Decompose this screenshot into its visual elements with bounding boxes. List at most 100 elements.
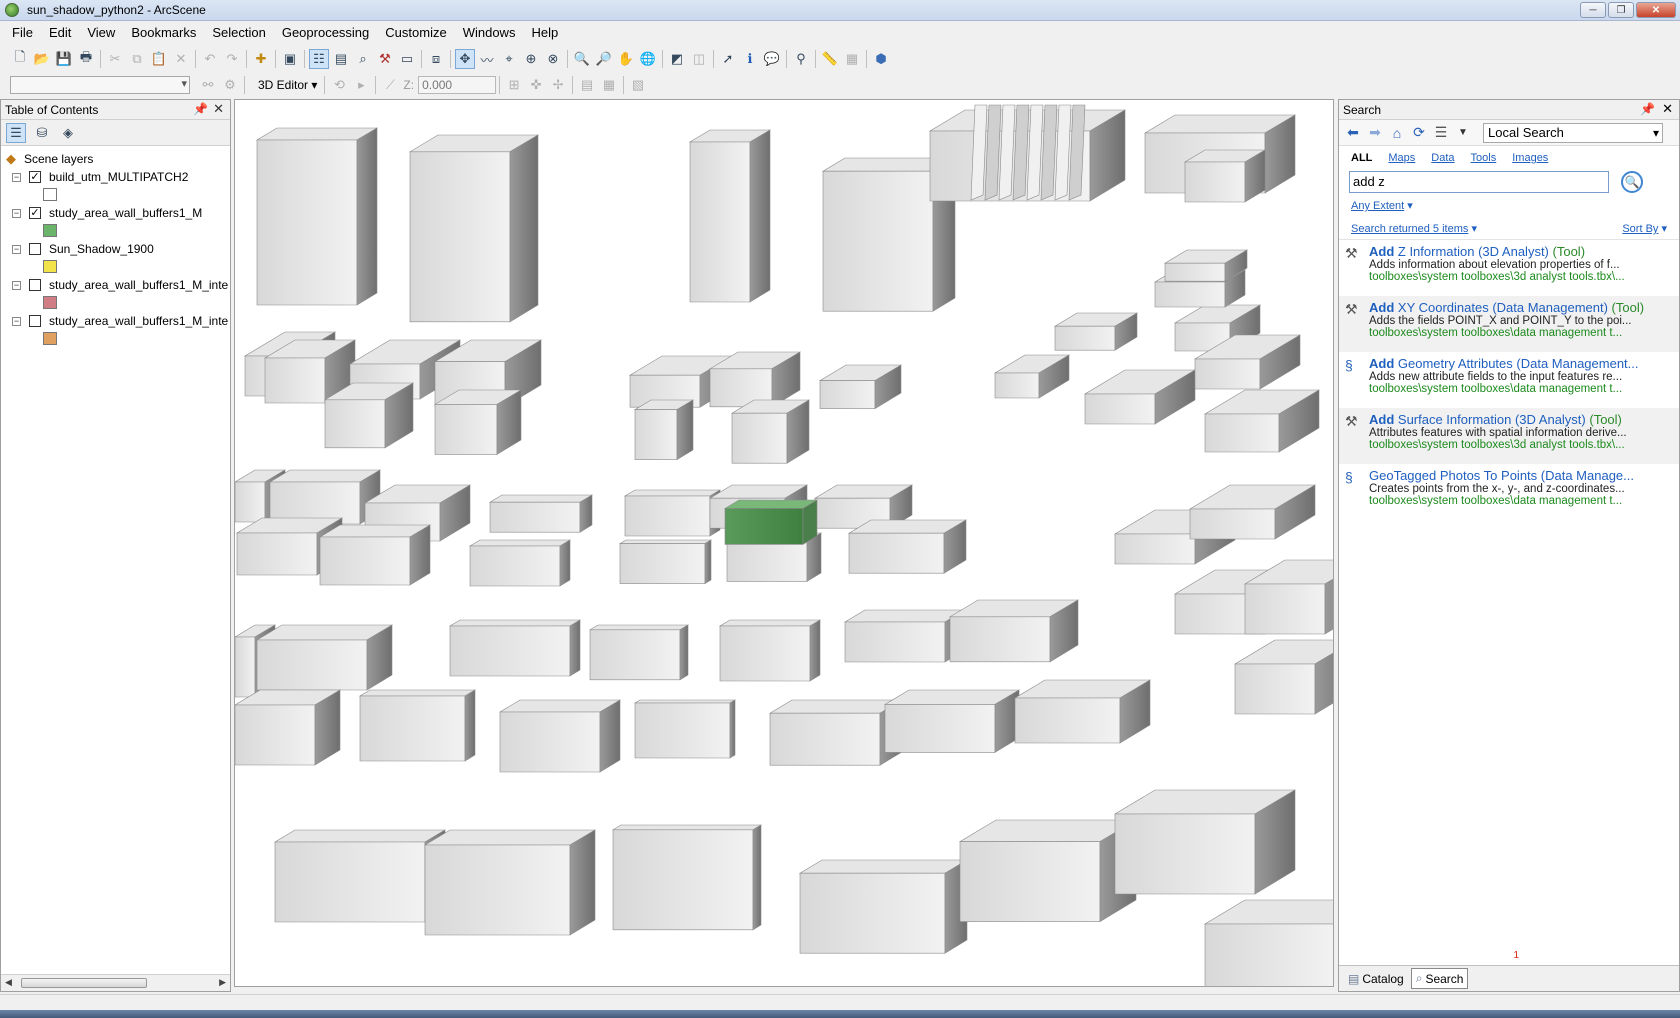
layer-name[interactable]: study_area_wall_buffers1_M_inters xyxy=(49,314,229,328)
extent-label[interactable]: Any Extent xyxy=(1351,200,1404,212)
3d-scene-view[interactable] xyxy=(234,99,1334,987)
building[interactable] xyxy=(1203,389,1321,453)
close-icon[interactable]: ✕ xyxy=(1662,101,1673,117)
building[interactable] xyxy=(688,129,772,303)
animation-icon[interactable]: ▦ xyxy=(842,49,862,69)
tab-all[interactable]: ALL xyxy=(1351,152,1372,168)
building[interactable] xyxy=(818,364,903,410)
options-icon[interactable]: ☰ xyxy=(1431,123,1451,143)
building[interactable] xyxy=(358,689,477,762)
building[interactable] xyxy=(448,619,582,677)
layer-visibility-checkbox[interactable] xyxy=(29,279,41,291)
chevron-down-icon[interactable]: ▾ xyxy=(1407,200,1413,212)
building[interactable] xyxy=(1013,679,1152,744)
building[interactable] xyxy=(847,519,968,574)
sketch-icon[interactable]: ⟋ xyxy=(380,75,400,95)
sort-by-button[interactable]: Sort By xyxy=(1622,223,1658,235)
python-window-icon[interactable]: ▭ xyxy=(397,49,417,69)
layer-visibility-checkbox[interactable] xyxy=(29,315,41,327)
building[interactable] xyxy=(1233,639,1334,715)
building[interactable] xyxy=(468,539,572,587)
close-icon[interactable]: ✕ xyxy=(213,101,224,117)
building[interactable] xyxy=(633,399,695,461)
layer-symbol-swatch[interactable] xyxy=(43,332,57,345)
menu-help[interactable]: Help xyxy=(523,22,566,44)
search-result-item[interactable]: ⚒ Add Surface Information (3D Analyst) (… xyxy=(1339,408,1679,464)
html-popup-icon[interactable]: 💬 xyxy=(762,49,782,69)
scene-layers-root[interactable]: ◆ Scene layers xyxy=(3,150,230,168)
list-by-visibility-icon[interactable]: ◈ xyxy=(58,123,78,143)
zoom-out-icon[interactable]: 🔎 xyxy=(594,49,614,69)
tab-maps[interactable]: Maps xyxy=(1388,152,1415,168)
menu-geoprocessing[interactable]: Geoprocessing xyxy=(274,22,377,44)
menu-bookmarks[interactable]: Bookmarks xyxy=(123,22,204,44)
navigate-icon[interactable]: ✥ xyxy=(455,49,475,69)
building[interactable] xyxy=(273,829,447,923)
list-by-source-icon[interactable]: ⛁ xyxy=(32,123,52,143)
add-data-icon[interactable]: ✚ xyxy=(251,49,271,69)
building[interactable] xyxy=(883,689,1021,753)
building[interactable] xyxy=(1203,899,1334,987)
fly-icon[interactable]: 〰 xyxy=(477,49,497,69)
search-result-item[interactable]: § GeoTagged Photos To Points (Data Manag… xyxy=(1339,464,1679,520)
layer-symbol-swatch[interactable] xyxy=(43,296,57,309)
building[interactable] xyxy=(633,699,737,759)
building[interactable] xyxy=(768,699,904,766)
narrow-fov-icon[interactable]: ◩ xyxy=(667,49,687,69)
result-title[interactable]: Surface Information (3D Analyst) xyxy=(1394,412,1586,427)
toc-horizontal-scrollbar[interactable]: ◀ ▶ xyxy=(1,974,230,991)
building[interactable] xyxy=(1113,789,1297,895)
building[interactable] xyxy=(611,824,763,931)
result-title[interactable]: XY Coordinates (Data Management) xyxy=(1394,300,1608,315)
identify-icon[interactable]: ℹ xyxy=(740,49,760,69)
snapping-icon[interactable]: ⚯ xyxy=(198,75,218,95)
menu-edit[interactable]: Edit xyxy=(41,22,79,44)
back-arrow-icon[interactable]: ⬅ xyxy=(1343,123,1363,143)
building[interactable] xyxy=(235,689,342,766)
result-title[interactable]: GeoTagged Photos To Points (Data Manage.… xyxy=(1369,468,1634,483)
search-scope-dropdown[interactable]: Local Search xyxy=(1483,122,1663,143)
modelbuilder-icon[interactable]: ⧈ xyxy=(426,49,446,69)
collapse-icon[interactable]: − xyxy=(12,316,21,326)
pin-icon[interactable]: 📌 xyxy=(193,102,208,116)
tab-data[interactable]: Data xyxy=(1431,152,1454,168)
building[interactable] xyxy=(718,619,822,682)
building[interactable] xyxy=(588,624,690,681)
minimize-button[interactable]: ─ xyxy=(1580,2,1606,18)
building[interactable] xyxy=(1188,484,1317,540)
building[interactable] xyxy=(408,134,540,323)
home-icon[interactable]: ⌂ xyxy=(1387,123,1407,143)
close-button[interactable]: ✕ xyxy=(1636,2,1676,18)
search-input[interactable]: add z xyxy=(1349,171,1609,193)
arctoolbox-icon[interactable]: ⚒ xyxy=(375,49,395,69)
layer-visibility-checkbox[interactable]: ✓ xyxy=(29,171,41,183)
expand-fov-icon[interactable]: ◫ xyxy=(689,49,709,69)
building[interactable] xyxy=(323,382,415,449)
building[interactable] xyxy=(488,494,594,533)
building[interactable] xyxy=(993,354,1071,399)
search-result-item[interactable]: § Add Geometry Attributes (Data Manageme… xyxy=(1339,352,1679,408)
layer-name[interactable]: study_area_wall_buffers1_M_inters xyxy=(49,278,229,292)
zoom-to-target-icon[interactable]: ⊕ xyxy=(521,49,541,69)
3d-view-icon[interactable]: ⬢ xyxy=(871,49,891,69)
chevron-down-icon[interactable]: ▼ xyxy=(1453,123,1473,143)
building[interactable] xyxy=(958,819,1138,923)
pin-icon[interactable]: 📌 xyxy=(1640,102,1655,116)
create-features-icon[interactable]: ▧ xyxy=(628,75,648,95)
menu-customize[interactable]: Customize xyxy=(377,22,454,44)
building[interactable] xyxy=(843,609,967,663)
building[interactable] xyxy=(948,599,1080,663)
pan-icon[interactable]: ✋ xyxy=(616,49,636,69)
building[interactable] xyxy=(433,389,523,455)
set-observer-icon[interactable]: ⊗ xyxy=(543,49,563,69)
tab-catalog[interactable]: ▤ Catalog xyxy=(1343,969,1409,989)
tab-tools[interactable]: Tools xyxy=(1471,152,1497,168)
split-icon[interactable]: ⊞ xyxy=(504,75,524,95)
building[interactable] xyxy=(498,699,622,773)
collapse-icon[interactable]: − xyxy=(12,208,21,218)
selected-building[interactable] xyxy=(723,499,819,545)
find-binoculars-icon[interactable]: ⚲ xyxy=(791,49,811,69)
layer-name[interactable]: build_utm_MULTIPATCH2 xyxy=(49,170,229,184)
search-window-icon[interactable]: ⌕ xyxy=(353,49,373,69)
menu-windows[interactable]: Windows xyxy=(455,22,524,44)
